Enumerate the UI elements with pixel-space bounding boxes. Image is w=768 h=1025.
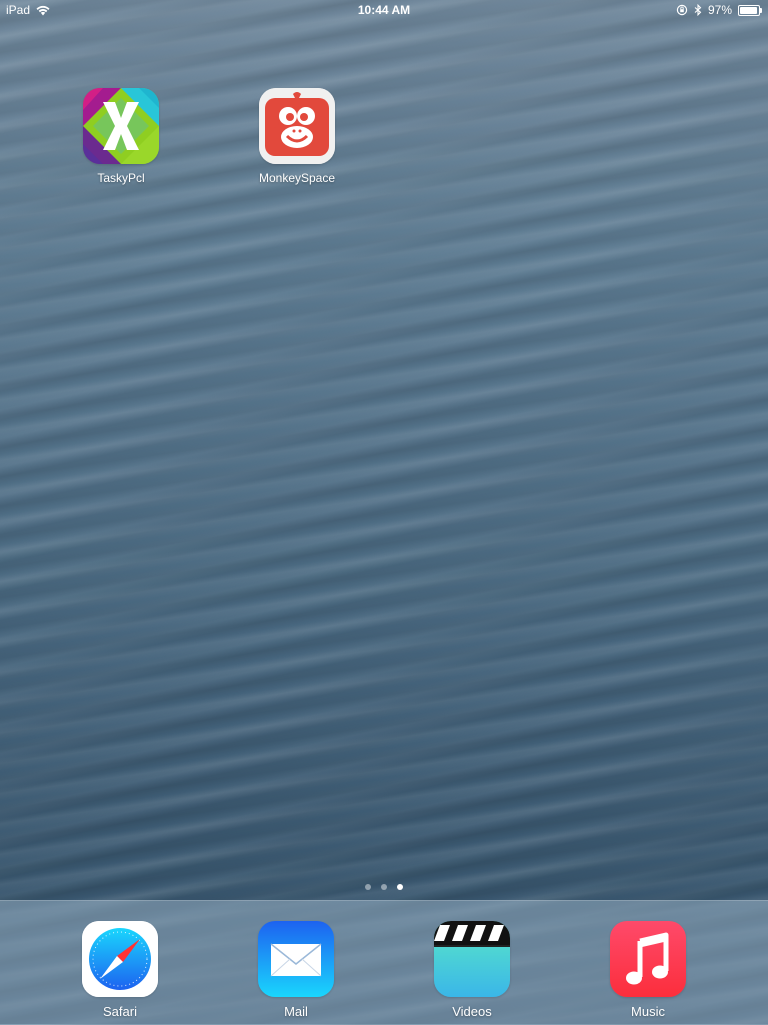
monkey-icon [259,88,335,164]
page-indicator[interactable] [0,884,768,890]
orientation-lock-icon [676,4,688,16]
status-time: 10:44 AM [357,3,411,17]
page-dot-current[interactable] [397,884,403,890]
dock-app-label: Videos [452,1004,492,1019]
app-label: TaskyPcl [97,171,145,185]
dock: Safari Mail Videos Music [0,900,768,1025]
status-bar: iPad 10:44 AM 97% [0,0,768,20]
xamarin-x-icon [83,88,159,164]
safari-compass-icon [82,921,158,997]
battery-fill [740,6,758,14]
battery-icon [738,4,762,16]
bluetooth-icon [694,4,702,16]
app-label: MonkeySpace [258,171,336,185]
dock-app-label: Mail [284,1004,308,1019]
dock-app-label: Music [631,1004,665,1019]
battery-nub [760,7,762,13]
dock-app-safari[interactable]: Safari [65,921,175,1019]
dock-app-music[interactable]: Music [593,921,703,1019]
dock-app-videos[interactable]: Videos [417,921,527,1019]
app-monkeyspace[interactable]: MonkeySpace [242,88,352,185]
page-dot[interactable] [365,884,371,890]
video-clapper-icon [434,921,510,997]
dock-app-label: Safari [103,1004,137,1019]
page-dot[interactable] [381,884,387,890]
mail-envelope-icon [258,921,334,997]
music-note-icon [610,921,686,997]
app-taskypcl[interactable]: TaskyPcl [66,88,176,185]
battery-percent: 97% [707,3,732,17]
dock-app-mail[interactable]: Mail [241,921,351,1019]
